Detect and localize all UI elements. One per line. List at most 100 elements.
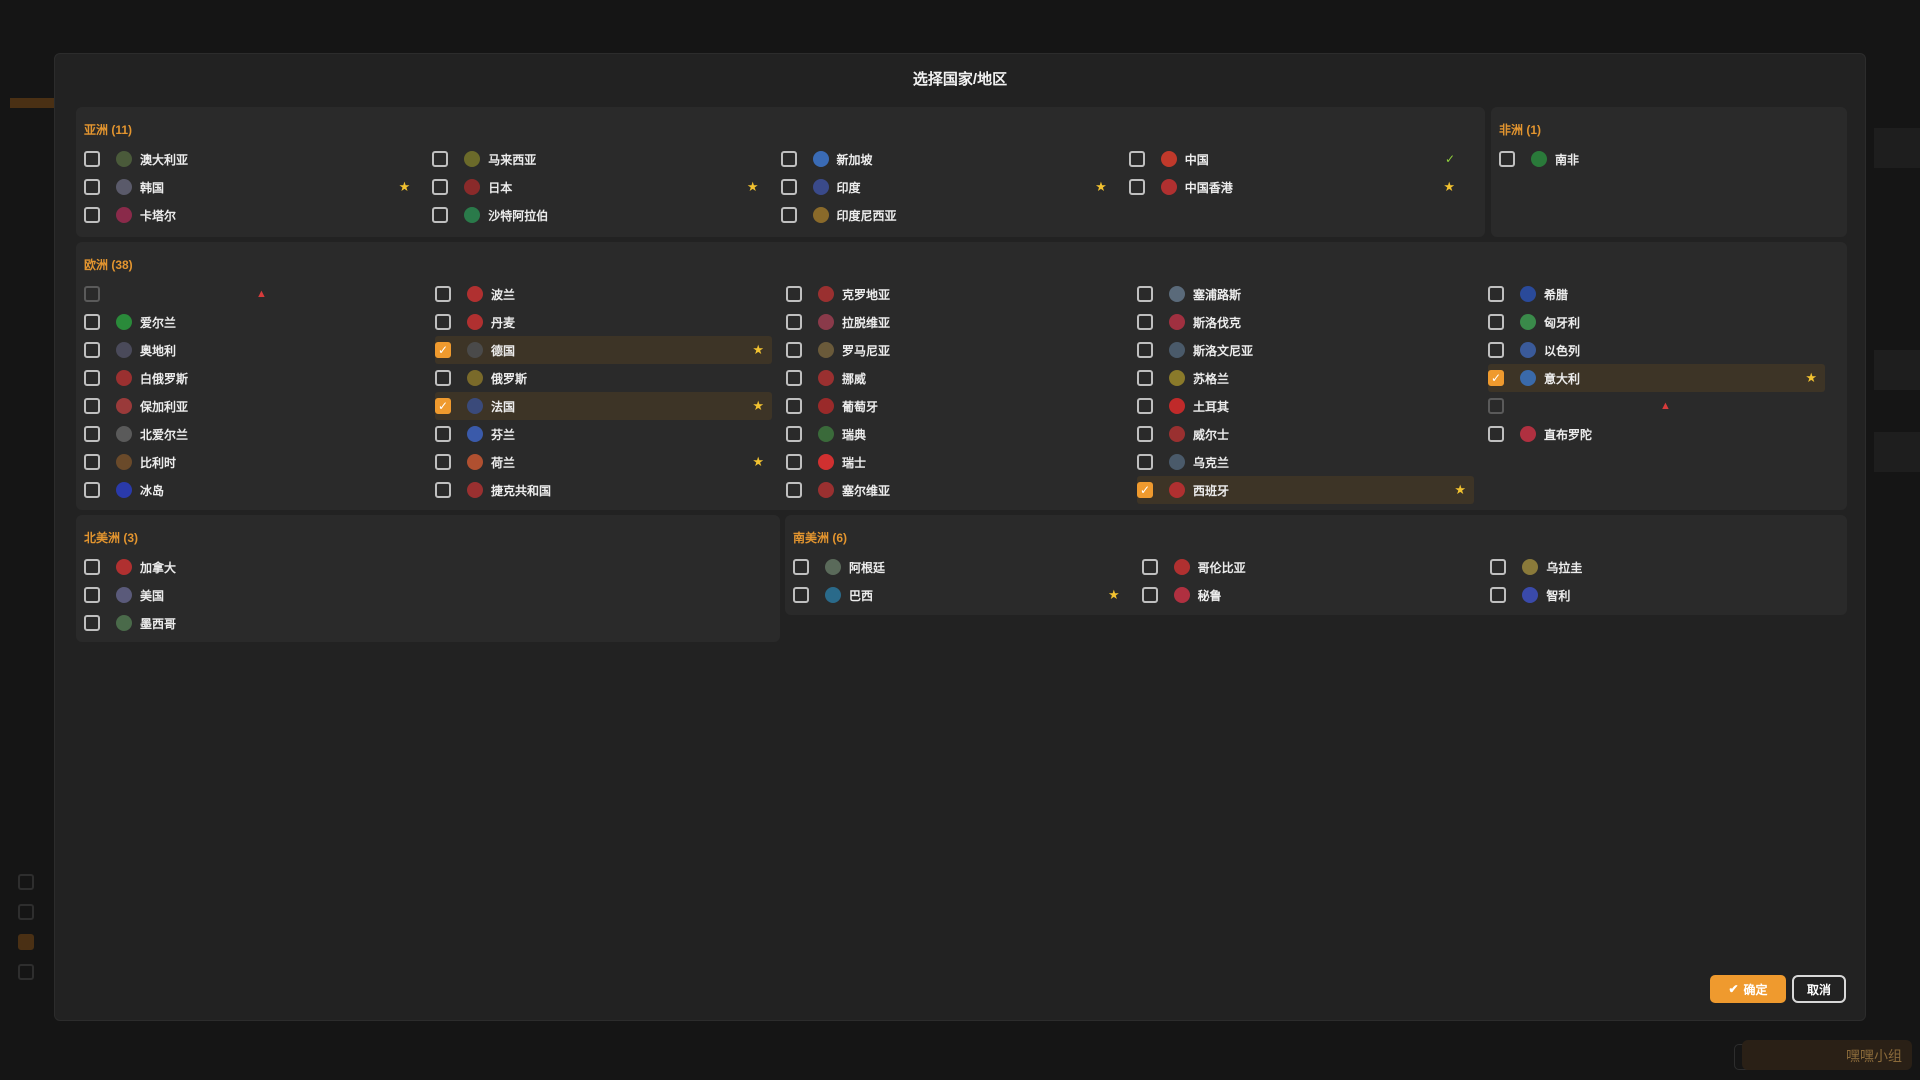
country-checkbox[interactable] bbox=[1488, 314, 1504, 330]
country-checkbox[interactable] bbox=[1128, 179, 1145, 195]
country-item[interactable]: 美国 bbox=[84, 581, 758, 609]
country-item[interactable]: 俄罗斯 bbox=[435, 364, 772, 392]
country-item[interactable]: 沙特阿拉伯 bbox=[432, 201, 766, 229]
country-item[interactable]: 巴西 ★ bbox=[793, 581, 1128, 609]
country-checkbox[interactable] bbox=[84, 370, 100, 386]
country-item[interactable]: 比利时 bbox=[84, 448, 421, 476]
country-checkbox[interactable] bbox=[435, 482, 451, 498]
country-checkbox[interactable] bbox=[1488, 286, 1504, 302]
country-item[interactable]: 希腊 bbox=[1488, 280, 1825, 308]
country-checkbox[interactable] bbox=[1137, 286, 1153, 302]
country-item[interactable]: 苏格兰 bbox=[1137, 364, 1474, 392]
country-item[interactable]: 克罗地亚 bbox=[786, 280, 1123, 308]
country-item[interactable]: 直布罗陀 bbox=[1488, 420, 1825, 448]
country-checkbox[interactable] bbox=[1499, 151, 1515, 167]
country-item[interactable]: 冰岛 bbox=[84, 476, 421, 504]
country-checkbox[interactable] bbox=[780, 179, 797, 195]
country-checkbox[interactable] bbox=[84, 151, 100, 167]
country-checkbox[interactable] bbox=[1141, 559, 1158, 575]
country-checkbox[interactable] bbox=[84, 207, 100, 223]
country-checkbox[interactable] bbox=[780, 207, 797, 223]
country-item[interactable]: 瑞典 bbox=[786, 420, 1123, 448]
country-checkbox[interactable] bbox=[84, 587, 100, 603]
country-item[interactable]: 秘鲁 bbox=[1141, 581, 1477, 609]
country-checkbox[interactable]: ✓ bbox=[1488, 370, 1504, 386]
country-checkbox[interactable] bbox=[786, 454, 802, 470]
confirm-button[interactable]: ✔ 确定 bbox=[1710, 975, 1786, 1003]
country-item[interactable]: 日本 ★ bbox=[432, 173, 766, 201]
country-checkbox[interactable] bbox=[84, 314, 100, 330]
country-item[interactable]: 爱尔兰 bbox=[84, 308, 421, 336]
country-item[interactable]: 塞浦路斯 bbox=[1137, 280, 1474, 308]
country-checkbox[interactable] bbox=[1137, 370, 1153, 386]
country-checkbox[interactable]: ✓ bbox=[435, 342, 451, 358]
country-checkbox[interactable] bbox=[84, 615, 100, 631]
country-item[interactable]: 南非 bbox=[1499, 145, 1825, 173]
country-item[interactable]: 乌拉圭 bbox=[1490, 553, 1825, 581]
country-checkbox[interactable] bbox=[1490, 587, 1507, 603]
country-item[interactable]: 威尔士 bbox=[1137, 420, 1474, 448]
country-checkbox[interactable] bbox=[1137, 398, 1153, 414]
country-checkbox[interactable] bbox=[786, 426, 802, 442]
country-checkbox[interactable] bbox=[1488, 342, 1504, 358]
country-item[interactable]: 捷克共和国 bbox=[435, 476, 772, 504]
country-checkbox[interactable] bbox=[1488, 426, 1504, 442]
country-checkbox[interactable] bbox=[1137, 314, 1153, 330]
country-item[interactable]: 挪威 bbox=[786, 364, 1123, 392]
country-checkbox[interactable] bbox=[793, 587, 809, 603]
country-item[interactable]: 印度尼西亚 bbox=[780, 201, 1115, 229]
country-checkbox[interactable] bbox=[84, 426, 100, 442]
country-item[interactable]: 塞尔维亚 bbox=[786, 476, 1123, 504]
country-checkbox[interactable] bbox=[786, 398, 802, 414]
country-checkbox[interactable] bbox=[786, 314, 802, 330]
country-item[interactable]: ✓ 法国 ★ bbox=[435, 392, 772, 420]
country-checkbox[interactable] bbox=[786, 286, 802, 302]
country-item[interactable]: ✓ 意大利 ★ bbox=[1488, 364, 1825, 392]
country-item[interactable]: 荷兰 ★ bbox=[435, 448, 772, 476]
country-checkbox[interactable]: ✓ bbox=[1137, 482, 1153, 498]
country-item[interactable]: 匈牙利 bbox=[1488, 308, 1825, 336]
country-checkbox[interactable] bbox=[1128, 151, 1145, 167]
country-checkbox[interactable] bbox=[786, 342, 802, 358]
country-checkbox[interactable]: ✓ bbox=[435, 398, 451, 414]
country-item[interactable]: 哥伦比亚 bbox=[1141, 553, 1477, 581]
country-item[interactable]: 保加利亚 bbox=[84, 392, 421, 420]
country-item[interactable]: 以色列 bbox=[1488, 336, 1825, 364]
country-item[interactable]: 印度 ★ bbox=[780, 173, 1115, 201]
country-checkbox[interactable] bbox=[432, 179, 449, 195]
country-item[interactable]: ✓ 德国 ★ bbox=[435, 336, 772, 364]
country-checkbox[interactable] bbox=[1141, 587, 1158, 603]
country-item[interactable]: 中国香港 ★ bbox=[1128, 173, 1463, 201]
country-item[interactable]: ✓ 西班牙 ★ bbox=[1137, 476, 1474, 504]
country-item[interactable]: 墨西哥 bbox=[84, 609, 758, 637]
country-item[interactable]: ▲ bbox=[1488, 392, 1825, 420]
country-item[interactable]: 葡萄牙 bbox=[786, 392, 1123, 420]
country-checkbox[interactable] bbox=[435, 314, 451, 330]
country-checkbox[interactable] bbox=[84, 559, 100, 575]
country-checkbox[interactable] bbox=[432, 151, 449, 167]
country-item[interactable]: 阿根廷 bbox=[793, 553, 1128, 581]
country-item[interactable]: 瑞士 bbox=[786, 448, 1123, 476]
country-item[interactable]: 斯洛文尼亚 bbox=[1137, 336, 1474, 364]
country-checkbox[interactable] bbox=[84, 398, 100, 414]
country-item[interactable]: 罗马尼亚 bbox=[786, 336, 1123, 364]
country-item[interactable]: 斯洛伐克 bbox=[1137, 308, 1474, 336]
country-checkbox[interactable] bbox=[1137, 342, 1153, 358]
country-checkbox[interactable] bbox=[435, 370, 451, 386]
country-checkbox[interactable] bbox=[1137, 454, 1153, 470]
country-checkbox[interactable] bbox=[84, 482, 100, 498]
country-item[interactable]: 加拿大 bbox=[84, 553, 758, 581]
country-item[interactable]: 奥地利 bbox=[84, 336, 421, 364]
country-item[interactable]: 土耳其 bbox=[1137, 392, 1474, 420]
country-item[interactable]: 波兰 bbox=[435, 280, 772, 308]
country-item[interactable]: 芬兰 bbox=[435, 420, 772, 448]
country-item[interactable]: 新加坡 bbox=[780, 145, 1115, 173]
country-item[interactable]: 澳大利亚 bbox=[84, 145, 418, 173]
country-checkbox[interactable] bbox=[84, 179, 100, 195]
country-item[interactable]: 韩国 ★ bbox=[84, 173, 418, 201]
country-item[interactable]: ▲ bbox=[84, 280, 421, 308]
cancel-button[interactable]: 取消 bbox=[1792, 975, 1846, 1003]
country-item[interactable]: 智利 bbox=[1490, 581, 1825, 609]
country-checkbox[interactable] bbox=[84, 342, 100, 358]
country-checkbox[interactable] bbox=[435, 454, 451, 470]
